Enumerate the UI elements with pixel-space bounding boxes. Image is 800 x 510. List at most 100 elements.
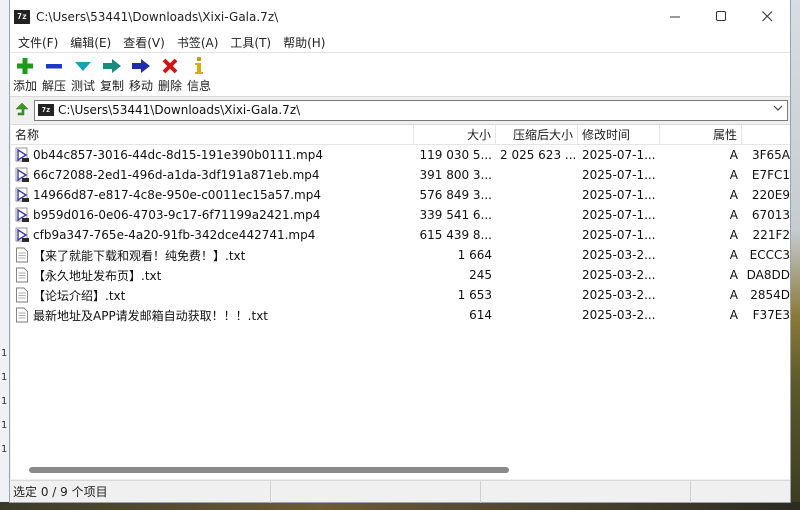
file-size: 1 653	[457, 288, 492, 302]
toolbar: 添加 解压 测试 复制 移动 删除 信息	[10, 53, 790, 97]
file-row[interactable]: 【来了就能下载和观看！纯免费！】.txt 1 664 2025-03-2... A EC…	[11, 245, 790, 265]
column-header-packed-size[interactable]: 压缩后大小	[496, 125, 578, 144]
file-attributes: A	[729, 228, 738, 242]
test-button[interactable]: 测试	[69, 56, 97, 94]
add-button[interactable]: 添加	[11, 56, 39, 94]
copy-icon	[99, 56, 125, 76]
file-crc: F37E3	[752, 308, 790, 322]
file-name: b959d016-0e06-4703-9c17-6f71199a2421.mp4	[33, 208, 321, 222]
move-icon	[128, 56, 154, 76]
maximize-button[interactable]	[698, 0, 744, 33]
desktop-background-bottom	[0, 502, 800, 510]
file-crc: DA8DD	[746, 268, 790, 282]
info-button[interactable]: 信息	[185, 56, 213, 94]
file-attributes: A	[729, 168, 738, 182]
copy-button[interactable]: 复制	[98, 56, 126, 94]
close-icon	[761, 11, 772, 22]
column-header-name[interactable]: 名称	[11, 125, 414, 144]
file-name-cell: 【来了就能下载和观看！纯免费！】.txt	[11, 246, 414, 264]
file-crc: 2854D	[750, 288, 790, 302]
file-name-cell: 【永久地址发布页】.txt	[11, 266, 414, 284]
menu-bookmarks[interactable]: 书签(A)	[171, 34, 225, 51]
close-button[interactable]	[744, 0, 790, 33]
file-list-header: 名称 大小 压缩后大小 修改时间 属性	[11, 125, 790, 145]
file-name: 【论坛介绍】.txt	[33, 288, 126, 303]
menu-tools[interactable]: 工具(T)	[224, 34, 277, 51]
status-panel-2	[271, 480, 481, 503]
delete-button[interactable]: 删除	[156, 56, 184, 94]
selection-status: 选定 0 / 9 个项目	[11, 480, 271, 503]
file-row[interactable]: cfb9a347-765e-4a20-91fb-342dce442741.mp4…	[11, 225, 790, 245]
scrollbar-thumb[interactable]	[29, 467, 509, 473]
file-row[interactable]: 最新地址及APP请发邮箱自动获取！！！.txt 614 2025-03-2... A F…	[11, 305, 790, 325]
video-file-icon	[13, 186, 31, 204]
file-name-cell: 14966d87-e817-4c8e-950e-c0011ec15a57.mp4	[11, 186, 414, 204]
extract-button[interactable]: 解压	[40, 56, 68, 94]
file-modified: 2025-03-2...	[582, 288, 656, 302]
file-size: 119 030 5...	[419, 148, 492, 162]
file-size: 1 664	[457, 248, 492, 262]
move-button[interactable]: 移动	[127, 56, 155, 94]
file-size: 576 849 3...	[419, 188, 492, 202]
chevron-down-icon[interactable]	[773, 103, 783, 116]
file-row[interactable]: 【永久地址发布页】.txt 245 2025-03-2... A DA8DD	[11, 265, 790, 285]
column-header-modified[interactable]: 修改时间	[578, 125, 660, 144]
status-bar: 选定 0 / 9 个项目	[11, 480, 790, 503]
menu-file[interactable]: 文件(F)	[12, 34, 64, 51]
file-modified: 2025-07-1...	[582, 168, 656, 182]
status-panel-3	[481, 480, 691, 503]
video-file-icon	[13, 226, 31, 244]
extract-label: 解压	[41, 79, 66, 93]
column-header-crc[interactable]	[742, 125, 790, 144]
video-file-icon	[13, 206, 31, 224]
file-row[interactable]: 14966d87-e817-4c8e-950e-c0011ec15a57.mp4…	[11, 185, 790, 205]
file-modified: 2025-03-2...	[582, 248, 656, 262]
info-label: 信息	[186, 79, 211, 93]
address-combobox[interactable]: 7z C:\Users\53441\Downloads\Xixi-Gala.7z…	[34, 99, 788, 121]
file-row[interactable]: 0b44c857-3016-44dc-8d15-191e390b0111.mp4…	[11, 145, 790, 165]
menu-view[interactable]: 查看(V)	[117, 34, 171, 51]
file-attributes: A	[729, 248, 738, 262]
test-icon	[70, 56, 96, 76]
archive-window: 7z C:\Users\53441\Downloads\Xixi-Gala.7z…	[9, 0, 791, 503]
file-row[interactable]: 66c72088-2ed1-496d-a1da-3df191a871eb.mp4…	[11, 165, 790, 185]
text-file-icon	[13, 286, 31, 304]
menu-edit[interactable]: 编辑(E)	[64, 34, 117, 51]
file-size: 391 800 3...	[419, 168, 492, 182]
file-attributes: A	[729, 148, 738, 162]
file-size: 245	[469, 268, 492, 282]
file-crc: 67013	[751, 208, 790, 222]
column-header-size[interactable]: 大小	[414, 125, 496, 144]
file-name: 【永久地址发布页】.txt	[33, 268, 162, 283]
menu-help[interactable]: 帮助(H)	[277, 34, 331, 51]
file-attributes: A	[729, 288, 738, 302]
text-file-icon	[13, 266, 31, 284]
minimize-button[interactable]	[652, 0, 698, 33]
file-crc: ECCC3	[749, 248, 790, 262]
file-crc: 221F2	[752, 228, 790, 242]
desktop-background-right	[790, 0, 800, 510]
file-size: 615 439 8...	[419, 228, 492, 242]
extract-icon	[41, 56, 67, 76]
file-attributes: A	[729, 268, 738, 282]
up-folder-button[interactable]	[12, 100, 32, 120]
title-bar[interactable]: 7z C:\Users\53441\Downloads\Xixi-Gala.7z…	[10, 0, 790, 33]
file-modified: 2025-07-1...	[582, 208, 656, 222]
file-row[interactable]: 【论坛介绍】.txt 1 653 2025-03-2... A 2854D	[11, 285, 790, 305]
file-attributes: A	[729, 208, 738, 222]
file-modified: 2025-03-2...	[582, 268, 656, 282]
file-rows: 0b44c857-3016-44dc-8d15-191e390b0111.mp4…	[11, 145, 790, 325]
text-file-icon	[13, 306, 31, 324]
file-packed-size: 2 025 623 ...	[500, 148, 577, 162]
menu-bar: 文件(F) 编辑(E) 查看(V) 书签(A) 工具(T) 帮助(H)	[10, 33, 790, 53]
add-label: 添加	[12, 79, 37, 93]
column-header-attributes[interactable]: 属性	[660, 125, 742, 144]
window-controls	[652, 0, 790, 33]
window-title: C:\Users\53441\Downloads\Xixi-Gala.7z\	[36, 9, 279, 24]
video-file-icon	[13, 166, 31, 184]
horizontal-scrollbar[interactable]	[11, 462, 790, 478]
file-name-cell: 0b44c857-3016-44dc-8d15-191e390b0111.mp4	[11, 146, 414, 164]
file-row[interactable]: b959d016-0e06-4703-9c17-6f71199a2421.mp4…	[11, 205, 790, 225]
file-name: 【来了就能下载和观看！纯免费！】.txt	[33, 248, 246, 263]
file-name: 0b44c857-3016-44dc-8d15-191e390b0111.mp4	[33, 148, 323, 162]
